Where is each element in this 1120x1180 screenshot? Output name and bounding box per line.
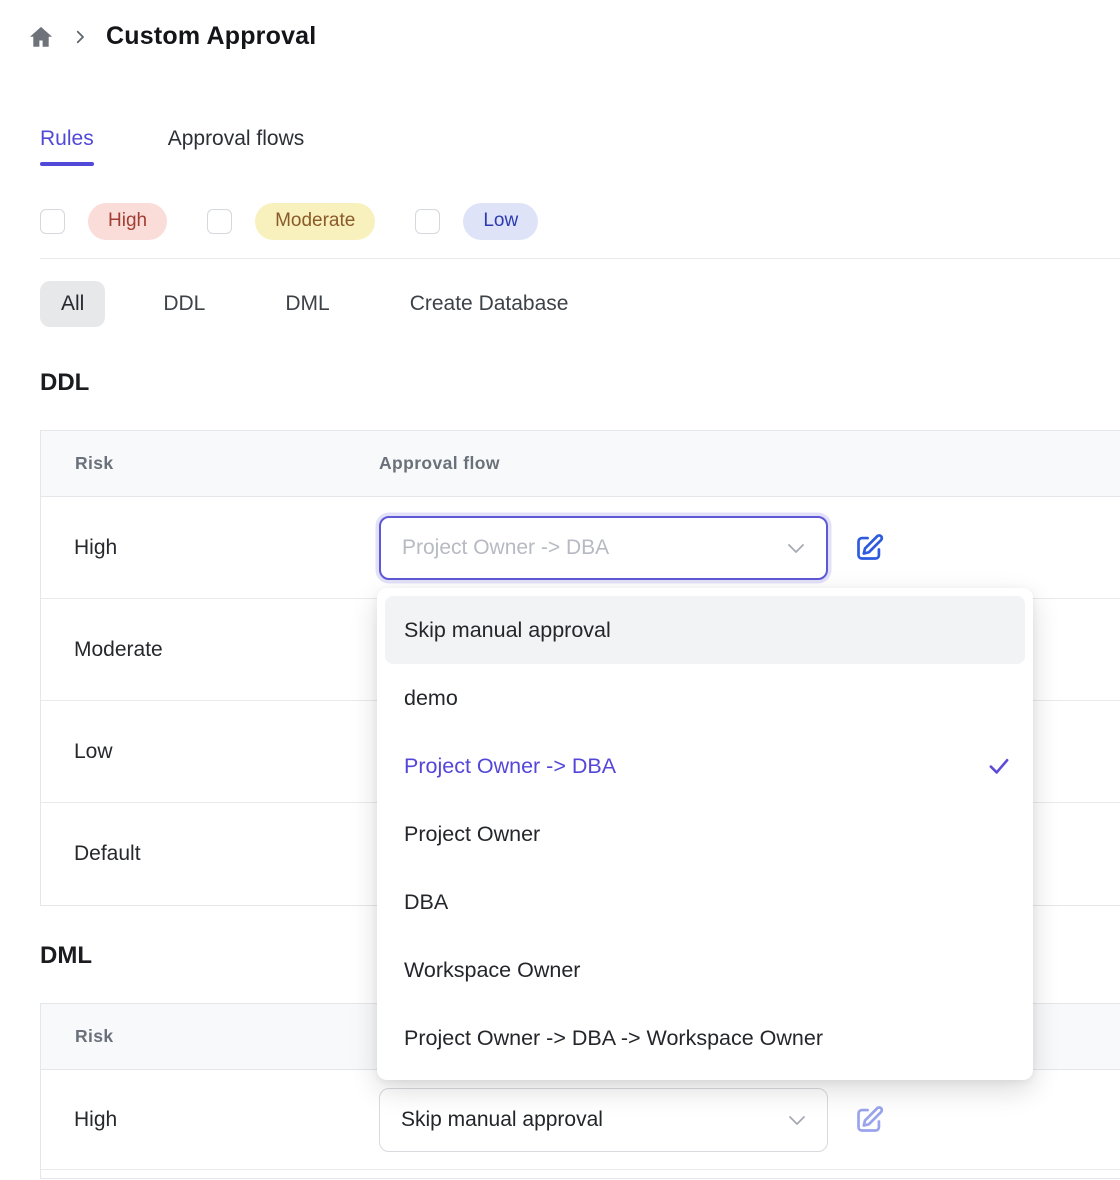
check-icon xyxy=(985,752,1013,780)
approval-flow-dropdown: Skip manual approval demo Project Owner … xyxy=(377,588,1033,1080)
edit-approval-flow-button[interactable] xyxy=(850,1101,888,1139)
top-tabs: Rules Approval flows xyxy=(40,127,304,166)
select-value: Skip manual approval xyxy=(401,1108,603,1132)
dropdown-option-dba[interactable]: DBA xyxy=(385,868,1025,936)
moderate-badge: Moderate xyxy=(255,203,375,240)
risk-filter-low: Low xyxy=(415,203,538,240)
ddl-table-header: Risk Approval flow xyxy=(41,431,1120,497)
dropdown-option-skip-manual-approval[interactable]: Skip manual approval xyxy=(385,596,1025,664)
risk-filter-high: High xyxy=(40,203,167,240)
column-header-approval-flow: Approval flow xyxy=(379,453,1120,474)
breadcrumb: Custom Approval xyxy=(28,22,316,51)
column-header-risk: Risk xyxy=(41,453,379,474)
chevron-down-icon xyxy=(784,536,808,560)
dropdown-option-project-owner[interactable]: Project Owner xyxy=(385,800,1025,868)
low-badge: Low xyxy=(463,203,538,240)
high-checkbox[interactable] xyxy=(40,209,65,234)
section-title-ddl: DDL xyxy=(40,369,89,397)
high-badge: High xyxy=(88,203,167,240)
chevron-down-icon xyxy=(785,1108,809,1132)
category-tab-all[interactable]: All xyxy=(40,281,105,327)
edit-icon xyxy=(852,1103,886,1137)
dropdown-option-workspace-owner[interactable]: Workspace Owner xyxy=(385,936,1025,1004)
table-row-high: High Skip manual approval xyxy=(41,1070,1120,1170)
category-tab-ddl[interactable]: DDL xyxy=(163,281,205,327)
moderate-checkbox[interactable] xyxy=(207,209,232,234)
risk-cell: High xyxy=(41,536,379,560)
table-row-high: High Project Owner -> DBA xyxy=(41,497,1120,599)
risk-cell: Low xyxy=(41,740,379,764)
tab-rules[interactable]: Rules xyxy=(40,127,94,166)
risk-filter-moderate: Moderate xyxy=(207,203,375,240)
divider xyxy=(40,258,1120,259)
risk-cell: Default xyxy=(41,842,379,866)
column-header-risk: Risk xyxy=(41,1026,379,1047)
section-title-dml: DML xyxy=(40,942,92,970)
table-row-partial xyxy=(41,1170,1120,1179)
edit-approval-flow-button[interactable] xyxy=(850,529,888,567)
chevron-right-icon xyxy=(71,28,89,46)
page-title: Custom Approval xyxy=(106,22,316,51)
category-tab-create-database[interactable]: Create Database xyxy=(410,281,569,327)
risk-cell: High xyxy=(41,1108,379,1132)
low-checkbox[interactable] xyxy=(415,209,440,234)
tab-approval-flows[interactable]: Approval flows xyxy=(168,127,305,166)
dropdown-option-project-owner-dba-workspace-owner[interactable]: Project Owner -> DBA -> Workspace Owner xyxy=(385,1004,1025,1072)
approval-flow-select-ddl-high[interactable]: Project Owner -> DBA xyxy=(379,516,828,580)
category-tabs: All DDL DML Create Database xyxy=(40,281,648,327)
dropdown-option-demo[interactable]: demo xyxy=(385,664,1025,732)
category-tab-dml[interactable]: DML xyxy=(285,281,329,327)
risk-cell: Moderate xyxy=(41,638,379,662)
edit-icon xyxy=(852,531,886,565)
approval-flow-select-dml-high[interactable]: Skip manual approval xyxy=(379,1088,828,1152)
risk-filter-bar: High Moderate Low xyxy=(40,203,538,240)
select-value: Project Owner -> DBA xyxy=(402,536,609,560)
dropdown-option-project-owner-dba[interactable]: Project Owner -> DBA xyxy=(385,732,1025,800)
home-icon[interactable] xyxy=(28,24,54,50)
